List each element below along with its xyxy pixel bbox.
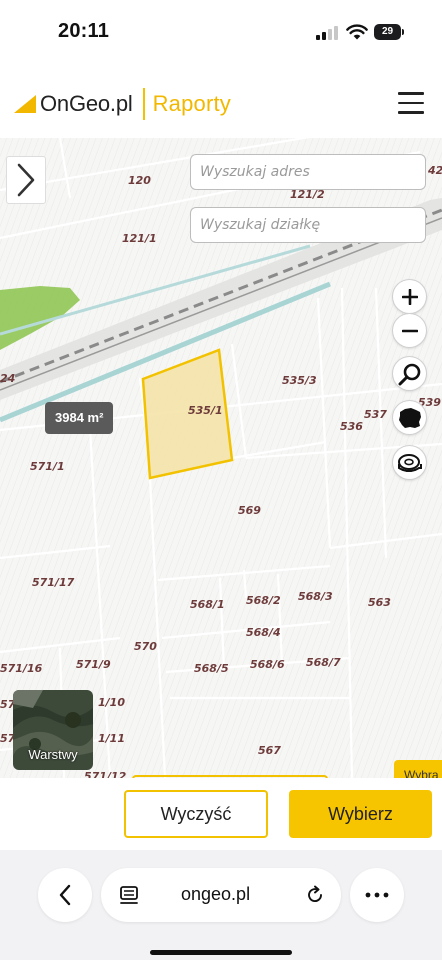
logo-subtitle: Raporty <box>152 91 232 116</box>
status-bar: 20:11 29 <box>0 0 442 64</box>
clear-button[interactable]: Wyczyść <box>124 790 268 838</box>
action-bar: Wyczyść Wybierz <box>0 778 442 850</box>
hamburger-menu-icon[interactable] <box>398 92 424 114</box>
parcel-label: 121/1 <box>122 232 157 245</box>
parcel-label: 571/16 <box>0 662 43 675</box>
parcel-label: 571/12 <box>84 770 127 778</box>
layers-label: Warstwy <box>28 747 78 762</box>
chevron-left-icon <box>59 884 71 906</box>
parcel-label: 568/1 <box>190 598 225 611</box>
parcel-label: 568/6 <box>250 658 285 671</box>
status-time: 20:11 <box>58 20 110 42</box>
home-indicator <box>150 950 292 955</box>
url-text[interactable]: ongeo.pl <box>181 884 250 905</box>
search-icon <box>398 363 420 385</box>
parcel-label: 571/1 <box>30 460 65 473</box>
parcel-label: 563 <box>368 596 391 609</box>
battery-level: 29 <box>374 24 401 40</box>
app-header: OnGeo.pl Raporty <box>0 64 442 140</box>
ongeo-logo[interactable]: OnGeo.pl Raporty <box>12 86 231 122</box>
parcel-label: 569 <box>238 504 261 517</box>
poland-map-button[interactable] <box>393 401 426 434</box>
parcel-label: 570 <box>134 640 157 653</box>
address-bar[interactable]: ongeo.pl <box>101 868 341 922</box>
more-options-button[interactable] <box>350 868 404 922</box>
more-options-icon <box>365 892 389 898</box>
selected-parcels-tab[interactable]: Wybra <box>394 760 442 778</box>
parcel-label: 571/9 <box>76 658 111 671</box>
parcel-label: 537 <box>364 408 387 421</box>
logo-text: OnGeo.pl <box>40 91 133 116</box>
parcel-label: 535/1 <box>188 404 223 417</box>
search-address-input[interactable] <box>190 154 426 190</box>
parcel-label: 24 <box>0 372 16 385</box>
browser-toolbar: ongeo.pl <box>0 850 442 960</box>
poland-map-icon <box>398 407 421 428</box>
map-view[interactable]: 120 121/2 42 121/1 24 535/3 535/1 537 53… <box>0 138 442 778</box>
parcel-label: 568/2 <box>246 594 281 607</box>
reader-mode-icon[interactable] <box>119 885 139 905</box>
reload-icon[interactable] <box>305 885 325 905</box>
parcel-label: 568/4 <box>246 626 281 639</box>
parcel-label: 568/5 <box>194 662 229 675</box>
zoom-in-icon <box>401 288 418 305</box>
measure-button[interactable] <box>393 446 426 479</box>
logo-triangle-icon <box>14 95 36 113</box>
battery-icon: 29 <box>374 24 404 40</box>
area-badge: 3984 m² <box>45 402 114 434</box>
parcel-label: 568/3 <box>298 590 333 603</box>
parcel-label: 120 <box>128 174 151 187</box>
layers-button[interactable]: Warstwy <box>13 690 93 770</box>
parcel-label: 571/17 <box>32 576 75 589</box>
sidebar-toggle-button[interactable] <box>6 156 46 204</box>
map-search-button[interactable] <box>393 357 426 390</box>
parcel-label: 567 <box>258 744 281 757</box>
measure-tape-icon <box>397 453 422 472</box>
wifi-icon <box>346 24 368 40</box>
parcel-label: 568/7 <box>306 656 341 669</box>
zoom-in-button[interactable] <box>393 280 426 313</box>
parcel-label: 536 <box>340 420 363 433</box>
zoom-out-icon <box>401 329 418 332</box>
parcel-label: 1/10 <box>98 696 125 709</box>
chevron-right-icon <box>17 163 35 197</box>
zoom-out-button[interactable] <box>393 314 426 347</box>
select-button[interactable]: Wybierz <box>289 790 432 838</box>
parcel-label: 42 <box>428 164 442 177</box>
cellular-signal-icon <box>316 26 338 40</box>
parcel-label: 1/11 <box>98 732 125 745</box>
back-button[interactable] <box>38 868 92 922</box>
parcel-label: 535/3 <box>282 374 317 387</box>
logo-divider <box>142 88 145 120</box>
search-parcel-input[interactable] <box>190 207 426 243</box>
